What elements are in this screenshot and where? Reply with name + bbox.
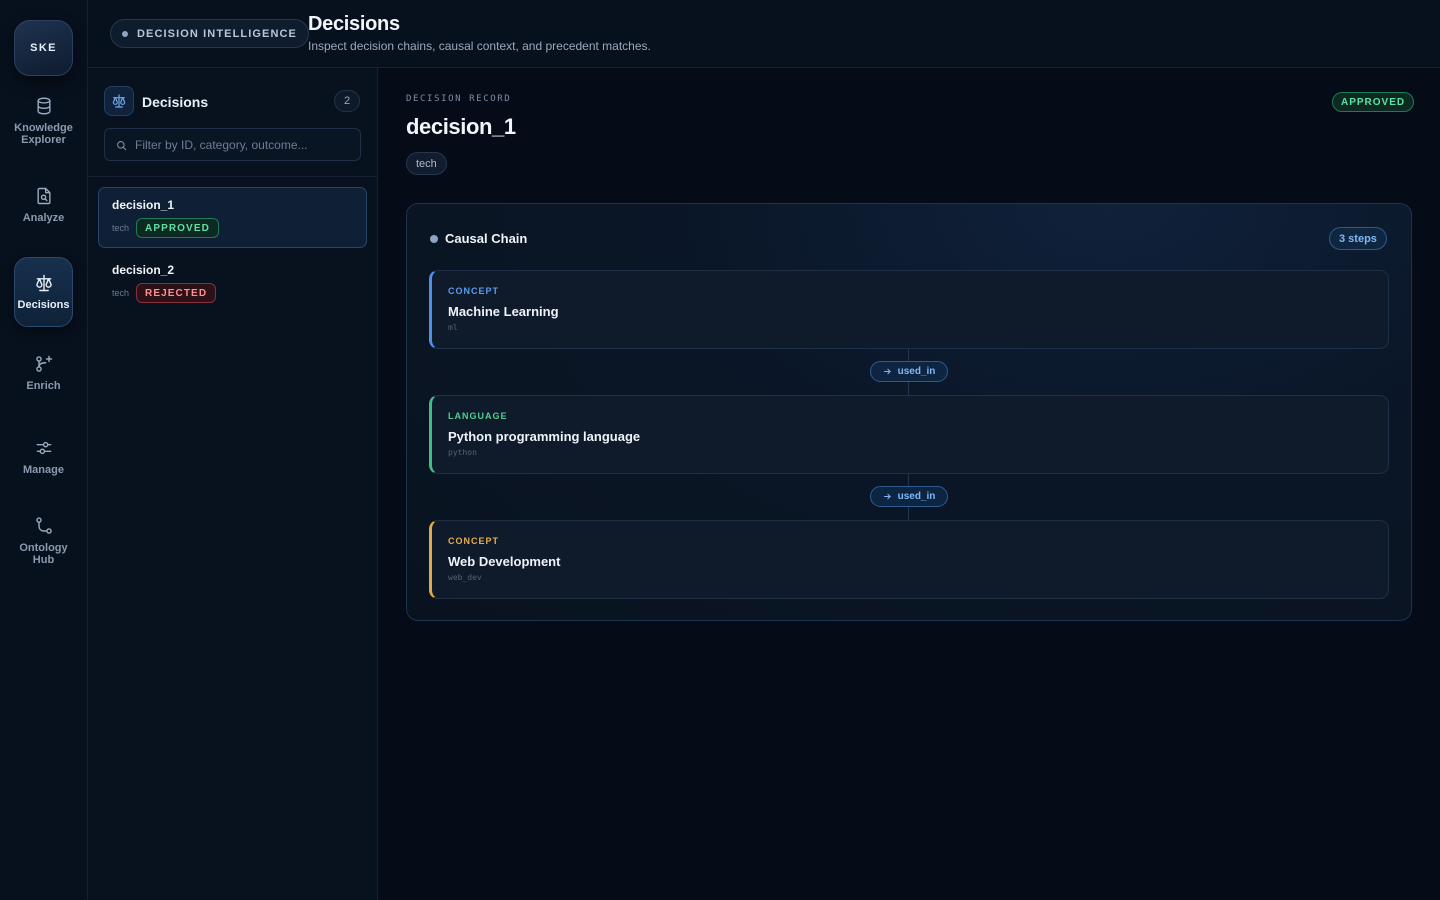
nav-item-enrich[interactable]: Enrich — [14, 354, 73, 400]
nav-item-label: Knowledge Explorer — [14, 122, 73, 146]
nav-item-label: Decisions — [17, 299, 70, 311]
node-id: web_dev — [448, 573, 482, 582]
filter-search-input[interactable] — [135, 129, 355, 160]
chain-node[interactable]: LANGUAGE Python programming language pyt… — [429, 395, 1389, 474]
app-logo[interactable]: SKE — [14, 20, 73, 76]
filter-search-box — [104, 128, 361, 161]
chain-dot-icon — [430, 235, 438, 243]
list-count-badge: 2 — [334, 90, 360, 112]
list-title: Decisions — [142, 94, 209, 110]
arrow-right-icon — [883, 493, 891, 500]
git-merge-plus-icon — [35, 355, 52, 372]
nav-item-decisions[interactable]: Decisions — [14, 257, 73, 327]
decision-detail: DECISION RECORD decision_1 APPROVED tech… — [378, 68, 1440, 900]
chain-node[interactable]: CONCEPT Web Development web_dev — [429, 520, 1389, 599]
page-header: DECISION INTELLIGENCE Decisions Inspect … — [88, 0, 1440, 68]
node-type: CONCEPT — [448, 536, 500, 546]
nav-item-ontology-hub[interactable]: Ontology Hub — [14, 516, 73, 574]
decision-name: decision_1 — [112, 198, 175, 212]
node-type: LANGUAGE — [448, 411, 508, 421]
search-icon — [117, 141, 127, 151]
decision-title: decision_1 — [406, 114, 516, 139]
decision-category: tech — [112, 288, 130, 298]
arrow-right-icon — [883, 368, 891, 375]
decision-list-item[interactable]: decision_2 tech REJECTED — [98, 252, 367, 313]
sliders-icon — [36, 441, 51, 455]
scale-icon — [35, 274, 52, 292]
record-label: DECISION RECORD — [406, 94, 512, 104]
chain-title: Causal Chain — [445, 231, 528, 246]
nav-item-label: Enrich — [26, 380, 61, 392]
nav-item-label: Analyze — [22, 212, 65, 224]
page-subtitle: Inspect decision chains, causal context,… — [308, 39, 651, 53]
category-tag[interactable]: tech — [406, 152, 447, 175]
status-badge: APPROVED — [1332, 92, 1415, 112]
status-badge: APPROVED — [136, 218, 219, 238]
section-chip: DECISION INTELLIGENCE — [110, 19, 309, 48]
node-name: Machine Learning — [448, 304, 559, 319]
file-search-icon — [36, 187, 51, 205]
nav-item-knowledge-explorer[interactable]: Knowledge Explorer — [14, 96, 73, 154]
nav-item-analyze[interactable]: Analyze — [14, 186, 73, 232]
edge-badge[interactable]: used_in — [870, 361, 948, 382]
node-id: ml — [448, 323, 458, 332]
nav-item-label: Ontology Hub — [19, 542, 68, 566]
git-branch-icon — [35, 517, 52, 534]
section-chip-label: DECISION INTELLIGENCE — [137, 27, 297, 40]
node-name: Web Development — [448, 554, 561, 569]
nav-rail: SKE Knowledge Explorer Analyze Decisions… — [0, 0, 88, 900]
edge-label: used_in — [897, 491, 936, 502]
chain-node[interactable]: CONCEPT Machine Learning ml — [429, 270, 1389, 349]
decision-category: tech — [112, 223, 130, 233]
nav-item-label: Manage — [23, 464, 64, 476]
node-type: CONCEPT — [448, 286, 500, 296]
app-root: SKE Knowledge Explorer Analyze Decisions… — [0, 0, 1440, 900]
scale-icon — [104, 86, 134, 116]
edge-badge[interactable]: used_in — [870, 486, 948, 507]
edge-label: used_in — [897, 366, 936, 377]
causal-chain-card: Causal Chain 3 steps CONCEPT Machine Lea… — [406, 203, 1412, 621]
database-icon — [36, 97, 51, 115]
page-title: Decisions — [308, 13, 400, 35]
divider — [88, 176, 377, 177]
status-dot-icon — [122, 31, 128, 37]
decision-name: decision_2 — [112, 263, 175, 277]
decision-list-item[interactable]: decision_1 tech APPROVED — [98, 187, 367, 248]
node-id: python — [448, 448, 477, 457]
status-badge: REJECTED — [136, 283, 217, 303]
node-name: Python programming language — [448, 429, 641, 444]
nav-item-manage[interactable]: Manage — [14, 438, 73, 484]
decisions-list-panel: Decisions 2 decision_1 tech APPROVED dec… — [88, 68, 378, 900]
steps-count-badge: 3 steps — [1329, 227, 1387, 250]
